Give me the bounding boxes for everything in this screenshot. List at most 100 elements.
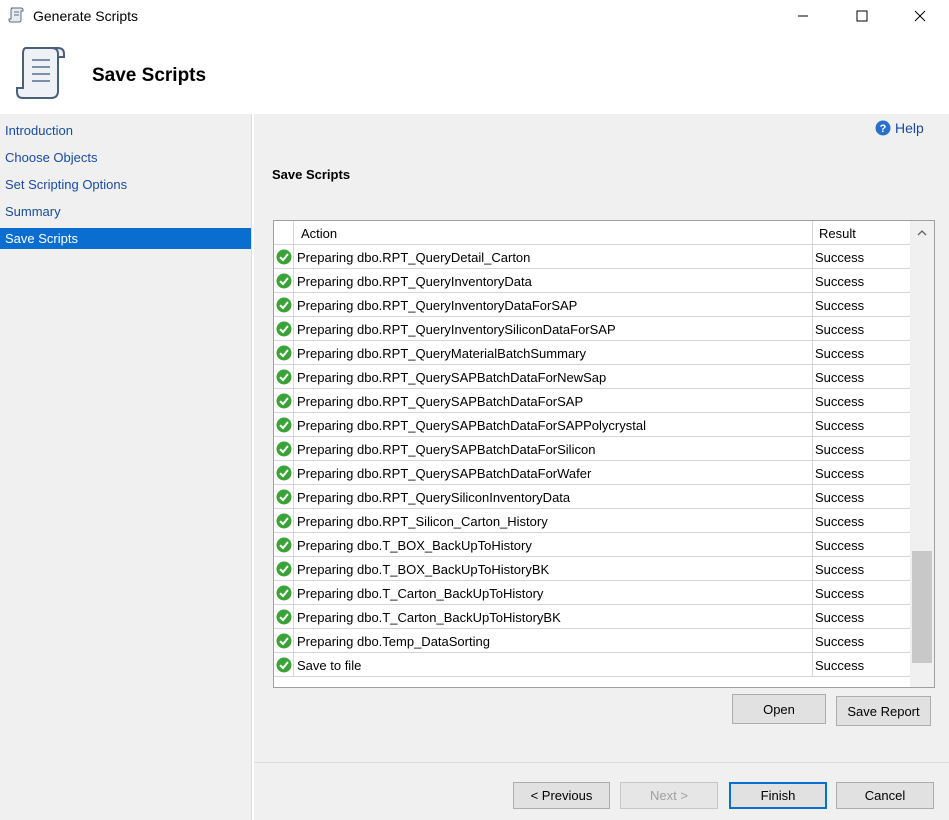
scroll-up-button[interactable]	[910, 221, 934, 243]
result-cell: Success	[815, 274, 865, 289]
column-divider	[812, 557, 813, 581]
status-cell	[274, 365, 294, 389]
result-cell: Success	[815, 394, 865, 409]
table-row[interactable]: Preparing dbo.RPT_QuerySiliconInventoryD…	[274, 485, 910, 509]
finish-button[interactable]: Finish	[729, 782, 827, 809]
table-row[interactable]: Preparing dbo.T_BOX_BackUpToHistory Succe…	[274, 533, 910, 557]
column-header-result[interactable]: Result	[819, 226, 856, 241]
save-report-button[interactable]: Save Report	[836, 696, 931, 726]
table-row[interactable]: Preparing dbo.RPT_QuerySAPBatchDataForWa…	[274, 461, 910, 485]
next-button[interactable]: Next >	[620, 782, 718, 809]
table-row[interactable]: Preparing dbo.RPT_Silicon_Carton_History…	[274, 509, 910, 533]
column-divider	[812, 653, 813, 677]
success-check-icon	[276, 585, 291, 601]
close-button[interactable]	[897, 0, 943, 32]
table-row[interactable]: Save to file Success	[274, 653, 910, 677]
vertical-scrollbar[interactable]	[910, 221, 934, 687]
result-cell: Success	[815, 418, 865, 433]
column-divider	[812, 509, 813, 533]
column-divider	[812, 485, 813, 509]
success-check-icon	[276, 513, 291, 529]
status-cell	[274, 581, 294, 605]
column-divider	[812, 629, 813, 653]
minimize-button[interactable]	[780, 0, 826, 32]
column-divider	[812, 581, 813, 605]
table-row[interactable]: Preparing dbo.T_Carton_BackUpToHistoryBK…	[274, 605, 910, 629]
success-check-icon	[276, 273, 291, 289]
table-row[interactable]: Preparing dbo.RPT_QuerySAPBatchDataForSA…	[274, 389, 910, 413]
page-heading: Save Scripts	[92, 65, 207, 86]
column-divider	[812, 221, 813, 245]
table-row[interactable]: Preparing dbo.RPT_QueryInventoryData Succ…	[274, 269, 910, 293]
column-divider	[812, 293, 813, 317]
result-cell: Success	[815, 634, 865, 649]
status-cell	[274, 245, 294, 269]
table-row[interactable]: Preparing dbo.RPT_QueryInventorySiliconD…	[274, 317, 910, 341]
success-check-icon	[276, 633, 291, 649]
status-cell	[274, 389, 294, 413]
result-cell: Success	[815, 442, 865, 457]
window-title: Generate Scripts	[33, 8, 139, 24]
table-row[interactable]: Preparing dbo.RPT_QuerySAPBatchDataForNe…	[274, 365, 910, 389]
title-bar: Generate Scripts	[0, 0, 949, 32]
status-cell	[274, 317, 294, 341]
nav-item-summary[interactable]: Summary	[0, 201, 251, 222]
status-cell	[274, 557, 294, 581]
open-button[interactable]: Open	[732, 694, 826, 724]
status-cell	[274, 413, 294, 437]
result-cell: Success	[815, 298, 865, 313]
help-icon: ?	[875, 120, 891, 136]
action-cell: Preparing dbo.T_BOX_BackUpToHistory	[297, 538, 532, 553]
result-cell: Success	[815, 250, 865, 265]
result-cell: Success	[815, 514, 865, 529]
status-cell	[274, 293, 294, 317]
results-grid: Action Result Preparing dbo.RPT_QueryDet…	[273, 220, 935, 688]
column-divider	[812, 245, 813, 269]
column-divider	[812, 341, 813, 365]
result-cell: Success	[815, 538, 865, 553]
table-row[interactable]: Preparing dbo.T_Carton_BackUpToHistory Su…	[274, 581, 910, 605]
result-cell: Success	[815, 370, 865, 385]
help-link[interactable]: ? Help	[875, 120, 924, 136]
status-cell	[274, 341, 294, 365]
scrollbar-thumb[interactable]	[912, 551, 932, 663]
action-cell: Preparing dbo.T_Carton_BackUpToHistoryBK	[297, 610, 561, 625]
action-cell: Preparing dbo.RPT_QueryInventorySiliconD…	[297, 322, 616, 337]
nav-item-choose-objects[interactable]: Choose Objects	[0, 147, 251, 168]
section-title: Save Scripts	[272, 167, 351, 182]
result-cell: Success	[815, 586, 865, 601]
success-check-icon	[276, 561, 291, 577]
success-check-icon	[276, 297, 291, 313]
table-row[interactable]: Preparing dbo.Temp_DataSorting Success	[274, 629, 910, 653]
success-check-icon	[276, 369, 291, 385]
success-check-icon	[276, 417, 291, 433]
nav-item-introduction[interactable]: Introduction	[0, 120, 251, 141]
action-cell: Preparing dbo.RPT_QuerySAPBatchDataForSi…	[297, 442, 596, 457]
column-divider	[812, 269, 813, 293]
footer-divider	[254, 762, 949, 763]
result-cell: Success	[815, 322, 865, 337]
table-row[interactable]: Preparing dbo.RPT_QueryInventoryDataForS…	[274, 293, 910, 317]
status-cell	[274, 437, 294, 461]
previous-button[interactable]: < Previous	[513, 782, 610, 809]
maximize-button[interactable]	[839, 0, 885, 32]
nav-item-set-scripting-options[interactable]: Set Scripting Options	[0, 174, 251, 195]
column-divider	[812, 317, 813, 341]
status-cell	[274, 629, 294, 653]
status-cell	[274, 653, 294, 677]
column-divider	[812, 437, 813, 461]
column-divider	[812, 413, 813, 437]
cancel-button[interactable]: Cancel	[836, 782, 934, 809]
table-row[interactable]: Preparing dbo.T_BOX_BackUpToHistoryBK Suc…	[274, 557, 910, 581]
column-header-action[interactable]: Action	[301, 226, 337, 241]
nav-item-save-scripts[interactable]: Save Scripts	[0, 228, 251, 249]
status-cell	[274, 605, 294, 629]
result-cell: Success	[815, 658, 865, 673]
table-row[interactable]: Preparing dbo.RPT_QueryDetail_Carton Succ…	[274, 245, 910, 269]
table-row[interactable]: Preparing dbo.RPT_QuerySAPBatchDataForSi…	[274, 437, 910, 461]
table-row[interactable]: Preparing dbo.RPT_QueryMaterialBatchSumm…	[274, 341, 910, 365]
table-row[interactable]: Preparing dbo.RPT_QuerySAPBatchDataForSA…	[274, 413, 910, 437]
success-check-icon	[276, 249, 291, 265]
action-cell: Preparing dbo.RPT_QuerySAPBatchDataForSA…	[297, 394, 584, 409]
column-divider	[812, 605, 813, 629]
